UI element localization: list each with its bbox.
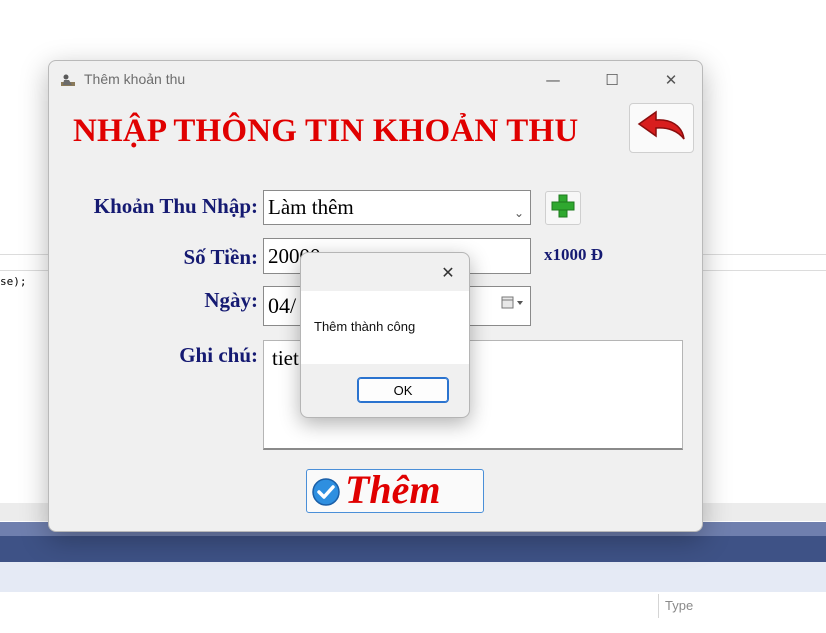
window-title: Thêm khoản thu xyxy=(84,71,186,87)
type-column-header[interactable]: Type xyxy=(658,594,826,618)
add-category-button[interactable] xyxy=(545,191,581,225)
success-dialog: ✕ Thêm thành công OK xyxy=(300,252,470,418)
form-heading: NHẬP THÔNG TIN KHOẢN THU xyxy=(73,113,579,149)
app-icon xyxy=(60,72,76,88)
close-button[interactable]: ✕ xyxy=(648,65,694,95)
chevron-down-icon: ⌄ xyxy=(513,206,524,220)
add-button[interactable]: Thêm xyxy=(306,467,484,513)
note-label: Ghi chú: xyxy=(179,343,258,367)
back-arrow-icon xyxy=(636,109,688,147)
category-value: Làm thêm xyxy=(268,195,354,219)
amount-label: Số Tiền: xyxy=(183,245,258,269)
date-value: 04/ xyxy=(268,293,297,318)
add-button-label: Thêm xyxy=(345,467,441,512)
background-code-text: se); xyxy=(0,275,27,288)
dialog-close-button[interactable]: ✕ xyxy=(429,255,467,289)
background-toolbar-band xyxy=(0,536,826,562)
dialog-body: Thêm thành công xyxy=(301,291,469,364)
back-button[interactable] xyxy=(629,103,694,153)
title-bar[interactable]: Thêm khoản thu — ☐ ✕ xyxy=(49,61,702,99)
calendar-icon[interactable] xyxy=(500,294,526,312)
background-panel-band xyxy=(0,562,826,592)
maximize-button[interactable]: ☐ xyxy=(589,65,635,95)
category-label: Khoản Thu Nhập: xyxy=(93,194,258,218)
close-icon: ✕ xyxy=(441,262,455,282)
check-circle-icon xyxy=(311,477,341,507)
ok-button[interactable]: OK xyxy=(357,377,449,403)
minimize-button[interactable]: — xyxy=(530,65,576,95)
date-label: Ngày: xyxy=(204,288,258,312)
amount-unit: x1000 Đ xyxy=(544,245,604,264)
category-select[interactable]: Làm thêm ⌄ xyxy=(263,190,531,225)
dialog-message: Thêm thành công xyxy=(314,319,416,334)
plus-icon xyxy=(550,193,576,223)
